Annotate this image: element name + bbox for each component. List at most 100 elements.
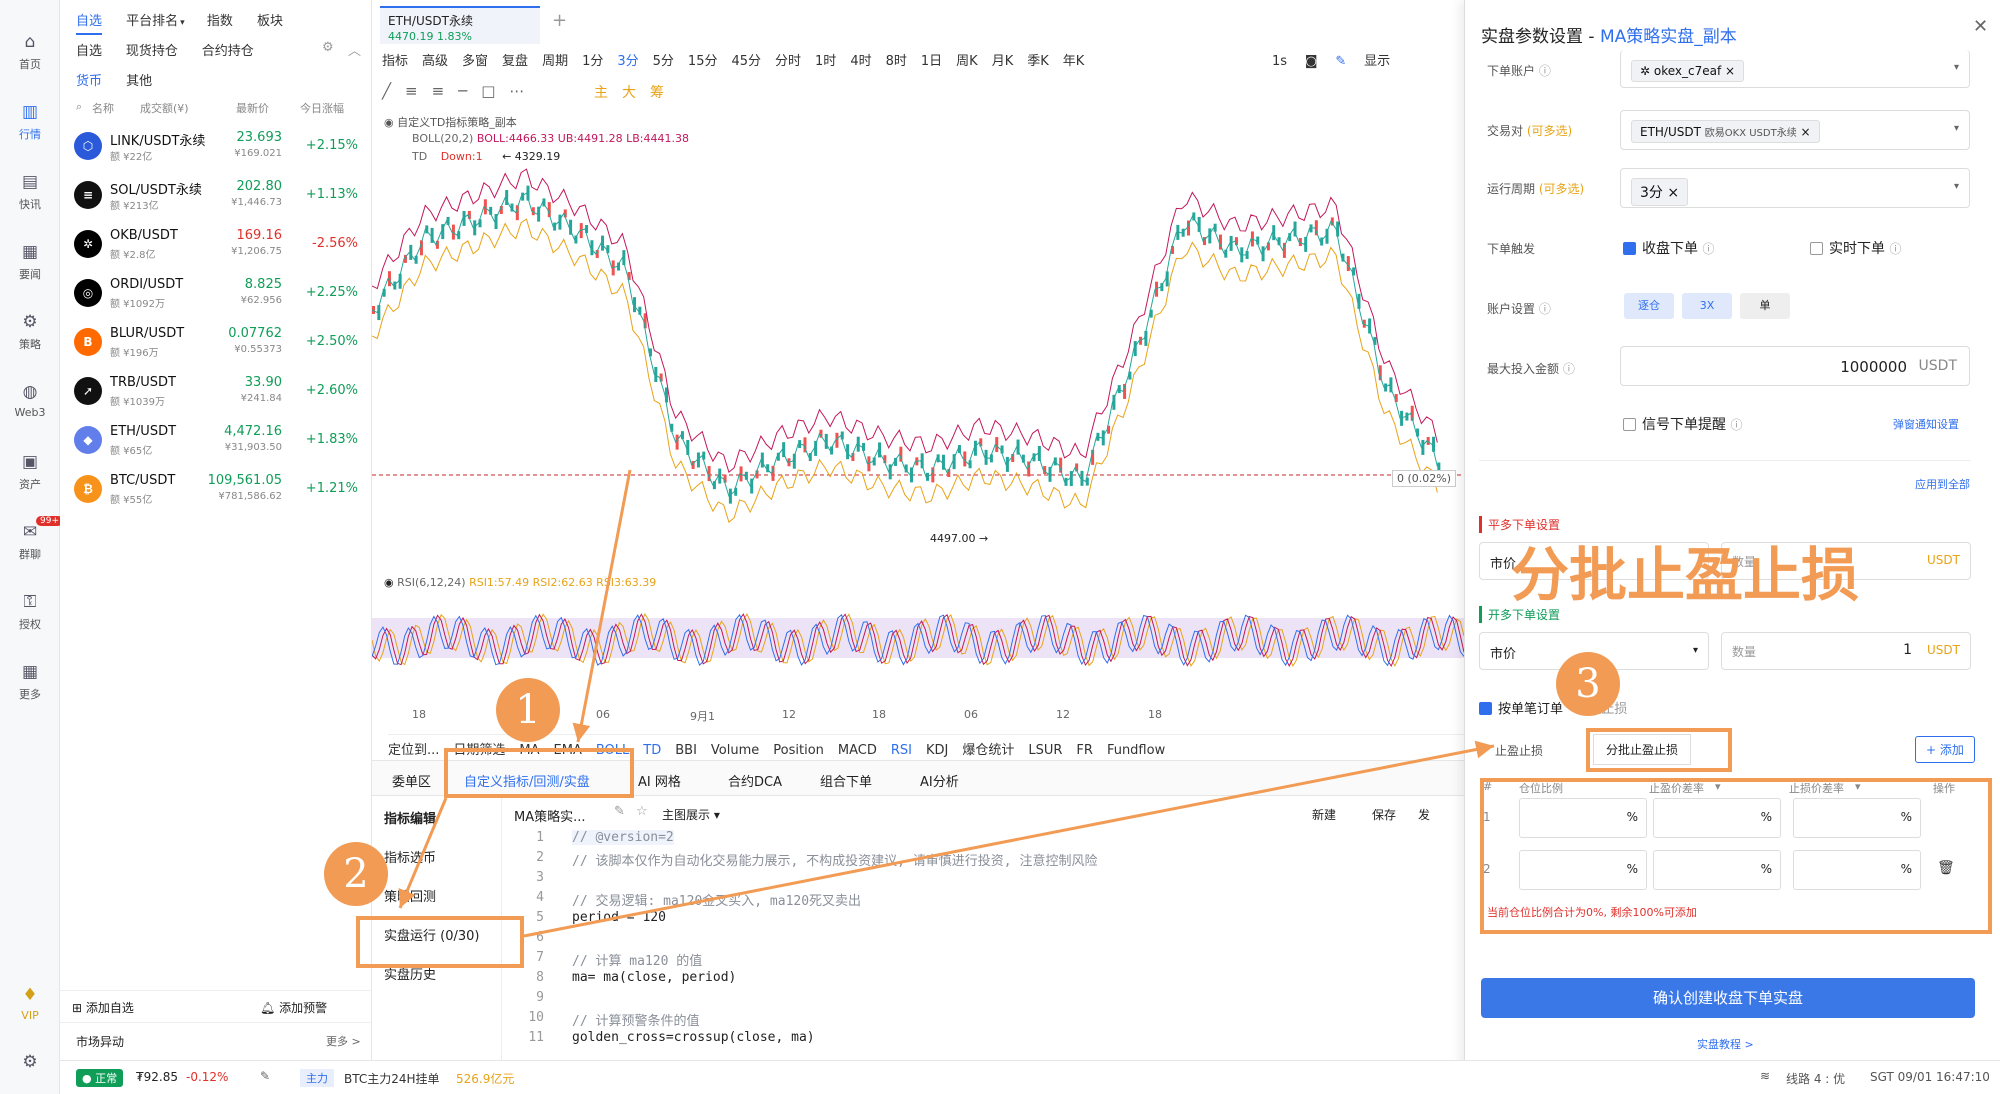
subtab-other[interactable]: 其他 [126, 74, 152, 89]
single-mode-button[interactable]: 单 [1740, 293, 1790, 319]
indicator-tab[interactable]: 定位到... [388, 743, 439, 758]
isolated-button[interactable]: 逐仓 [1624, 293, 1674, 319]
toolbar-item[interactable]: 季K [1027, 54, 1049, 69]
tab-tp-sl[interactable]: 止盈止损 [1495, 742, 1543, 759]
watchlist-row[interactable]: ✲ OKB/USDT 额 ¥2.8亿 169.16 ¥1,206.75 -2.5… [60, 220, 372, 269]
indicator-tab[interactable]: RSI [891, 743, 912, 758]
lower-tab[interactable]: AI分析 [920, 771, 959, 790]
open-qty-input[interactable]: 数量 1 USDT [1721, 632, 1971, 670]
subtab-favorites[interactable]: 自选 [76, 44, 102, 59]
header-price[interactable]: 最新价 [236, 100, 269, 116]
header-volume[interactable]: 成交额(¥) [140, 100, 189, 116]
rsi-chart[interactable] [372, 590, 1464, 690]
subtab-spot[interactable]: 现货持仓 [126, 44, 178, 59]
settings-button[interactable]: ⚙ [0, 1052, 60, 1076]
watchlist-row[interactable]: ◎ ORDI/USDT 额 ¥1092万 8.825 ¥62.956 +2.25… [60, 269, 372, 318]
trigger-realtime-checkbox[interactable]: 实时下单 ⓘ [1810, 238, 1901, 258]
tool-big[interactable]: 大 [622, 85, 650, 101]
drawing-tools[interactable]: ╱≡≡─□⋯ [382, 82, 538, 100]
toolbar-item[interactable]: 1分 [582, 54, 603, 69]
indicator-tab[interactable]: LSUR [1028, 743, 1062, 758]
edit-icon[interactable]: ✎ [260, 1069, 270, 1083]
indicator-tab[interactable]: Position [773, 743, 824, 758]
indicator-tab[interactable]: MACD [838, 743, 877, 758]
indicator-tab[interactable]: Fundflow [1107, 743, 1165, 758]
collapse-icon[interactable]: ︿ [348, 40, 361, 59]
nav-headlines[interactable]: ▦ 要闻 [0, 242, 60, 282]
tool-chips[interactable]: 筹 [650, 85, 678, 101]
network-line[interactable]: 线路 4 : 优 [1786, 1070, 1845, 1087]
nav-web3[interactable]: ◍ Web3 [0, 382, 60, 419]
edit-icon[interactable]: ✎ [614, 804, 625, 819]
interval-1s[interactable]: 1s [1272, 54, 1287, 69]
code-editor[interactable]: 1 // @version=2 2 // 该脚本仅作为自动化交易能力展示, 不构成投资… [504, 830, 1464, 1062]
watchlist-row[interactable]: ⬡ LINK/USDT永续 额 ¥22亿 23.693 ¥169.021 +2.… [60, 122, 372, 171]
watchlist-row[interactable]: ➚ TRB/USDT 额 ¥1039万 33.90 ¥241.84 +2.60% [60, 367, 372, 416]
eye-icon[interactable]: ◉ [384, 576, 394, 589]
toolbar-item[interactable]: 45分 [731, 54, 761, 69]
toolbar-item[interactable]: 3分 [617, 54, 638, 69]
nav-news[interactable]: ▤ 快讯 [0, 172, 60, 212]
more-link[interactable]: 更多 > [326, 1033, 361, 1049]
add-watch-button[interactable]: ⊞ 添加自选 [72, 999, 134, 1016]
main-display-dropdown[interactable]: 主图展示 ▾ [662, 806, 720, 823]
lower-tab[interactable]: 合约DCA [728, 771, 782, 790]
header-change[interactable]: 今日涨幅 [300, 100, 344, 116]
toolbar-item[interactable]: 月K [992, 54, 1014, 69]
signal-alert-checkbox[interactable]: 信号下单提醒 ⓘ [1623, 414, 1742, 434]
toolbar-item[interactable]: 多窗 [462, 54, 488, 69]
apply-all-link[interactable]: 应用到全部 [1915, 476, 1970, 492]
toolbar-item[interactable]: 4时 [850, 54, 871, 69]
watchlist-row[interactable]: ≡ SOL/USDT永续 额 ¥213亿 202.80 ¥1,446.73 +1… [60, 171, 372, 220]
indicator-tab[interactable]: KDJ [926, 743, 948, 758]
watchlist-row[interactable]: ₿ BTC/USDT 额 ¥55亿 109,561.05 ¥781,586.62… [60, 465, 372, 514]
new-button[interactable]: 新建 [1312, 806, 1336, 823]
display-button[interactable]: 显示 [1364, 54, 1390, 69]
nav-vip[interactable]: ♦ VIP [0, 985, 60, 1022]
pencil-icon[interactable]: ✎ [1335, 54, 1346, 69]
lower-side-item[interactable]: 指标编辑 [384, 808, 436, 827]
nav-chat[interactable]: ✉ 群聊 99+ [0, 516, 63, 562]
toolbar-item[interactable]: 复盘 [502, 54, 528, 69]
toolbar-item[interactable]: 分时 [775, 54, 801, 69]
tool-main[interactable]: 主 [594, 85, 622, 101]
toolbar-item[interactable]: 高级 [422, 54, 448, 69]
indicator-tab[interactable]: Volume [711, 743, 759, 758]
add-row-button[interactable]: + 添加 [1915, 736, 1975, 763]
toolbar-item[interactable]: 8时 [886, 54, 907, 69]
camera-icon[interactable]: ◙ [1305, 54, 1318, 69]
lower-tab[interactable]: AI 网格 [638, 771, 681, 790]
nav-authorize[interactable]: ⚿ 授权 [0, 592, 60, 632]
search-icon[interactable]: ⌕ [76, 100, 82, 114]
star-icon[interactable]: ☆ [636, 804, 648, 819]
popup-notify-link[interactable]: 弹窗通知设置 [1893, 416, 1959, 432]
settings-icon[interactable]: ⚙ [322, 40, 334, 55]
pair-select[interactable]: ETH/USDT 欧易OKX USDT永续 × ▾ [1620, 110, 1970, 150]
publish-button[interactable]: 发 [1418, 806, 1430, 823]
add-tab-icon[interactable]: + [552, 10, 567, 31]
toolbar-item[interactable]: 年K [1063, 54, 1085, 69]
indicator-tab[interactable]: BBI [675, 743, 697, 758]
watchlist-row[interactable]: B BLUR/USDT 额 ¥196万 0.07762 ¥0.55373 +2.… [60, 318, 372, 367]
lower-side-item[interactable]: 指标选币 [384, 847, 436, 866]
account-select[interactable]: ✲ okex_c7eaf × ▾ [1620, 50, 1970, 88]
tab-index[interactable]: 指数 [207, 14, 233, 29]
indicator-tab[interactable]: TD [643, 743, 661, 758]
tab-sector[interactable]: 板块 [257, 14, 283, 29]
toolbar-item[interactable]: 指标 [382, 54, 408, 69]
toolbar-item[interactable]: 1时 [815, 54, 836, 69]
nav-market[interactable]: ▥ 行情 [0, 102, 60, 142]
save-button[interactable]: 保存 [1372, 806, 1396, 823]
leverage-button[interactable]: 3X [1682, 293, 1732, 319]
toolbar-item[interactable]: 周期 [542, 54, 568, 69]
tutorial-link[interactable]: 实盘教程 > [1697, 1036, 1754, 1052]
add-alert-button[interactable]: 🔔︎ 添加预警 [260, 999, 327, 1016]
max-amount-input[interactable]: 1000000 USDT [1620, 346, 1970, 386]
lower-tab[interactable]: 组合下单 [820, 771, 872, 790]
toolbar-item[interactable]: 5分 [653, 54, 674, 69]
header-name[interactable]: 名称 [92, 100, 114, 116]
price-chart[interactable] [372, 160, 1464, 560]
subtab-currency[interactable]: 货币 [76, 74, 102, 89]
nav-more[interactable]: ▦ 更多 [0, 662, 60, 702]
subtab-contract[interactable]: 合约持仓 [202, 44, 254, 59]
